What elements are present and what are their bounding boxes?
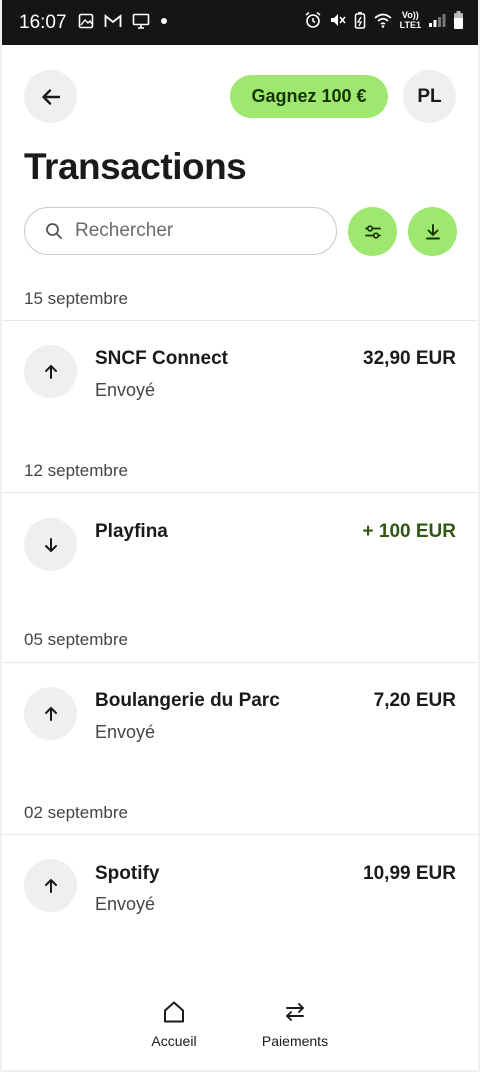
transaction-direction-badge bbox=[24, 859, 77, 912]
page-title: Transactions bbox=[24, 146, 247, 187]
transaction-amount: 10,99 EUR bbox=[363, 863, 456, 884]
earn-reward-button[interactable]: Gagnez 100 € bbox=[230, 75, 388, 118]
transaction-name: SNCF Connect bbox=[95, 348, 228, 369]
transaction-status: Envoyé bbox=[95, 722, 156, 742]
download-button[interactable] bbox=[408, 207, 457, 256]
search-placeholder: Rechercher bbox=[75, 220, 174, 241]
divider bbox=[2, 320, 478, 321]
transaction-direction-badge bbox=[24, 345, 77, 398]
battery-icon bbox=[454, 11, 463, 29]
nav-label-home: Accueil bbox=[151, 1033, 197, 1049]
gallery-icon bbox=[78, 13, 94, 29]
divider bbox=[2, 492, 478, 493]
date-header: 15 septembre bbox=[24, 289, 128, 308]
arrow-down-icon bbox=[44, 537, 57, 552]
transaction-status: Envoyé bbox=[95, 894, 156, 914]
search-icon bbox=[46, 223, 62, 239]
network-type: Vo)) LTE1 bbox=[400, 10, 421, 30]
notification-dot-icon bbox=[161, 18, 167, 24]
date-header: 12 septembre bbox=[24, 461, 128, 480]
avatar-initials: PL bbox=[417, 85, 442, 107]
mute-icon bbox=[330, 14, 346, 26]
transaction-direction-badge bbox=[24, 687, 77, 740]
transaction-amount: 32,90 EUR bbox=[363, 348, 456, 369]
network-lte-label: LTE1 bbox=[399, 20, 421, 30]
status-right-icons: Vo)) LTE1 bbox=[304, 10, 464, 30]
avatar[interactable]: PL bbox=[403, 70, 456, 123]
divider bbox=[2, 834, 478, 835]
nav-label-payments: Paiements bbox=[261, 1033, 329, 1049]
wifi-icon bbox=[374, 13, 392, 28]
transaction-name: Playfina bbox=[95, 521, 168, 542]
transfer-arrows-icon bbox=[286, 1003, 304, 1021]
network-volte-label: Vo)) bbox=[401, 10, 419, 20]
gmail-icon bbox=[104, 14, 122, 27]
transaction-name: Boulangerie du Parc bbox=[95, 690, 280, 711]
date-header: 02 septembre bbox=[24, 803, 128, 822]
bottom-navigation: Accueil Paiements bbox=[2, 985, 478, 1070]
signal-icon bbox=[429, 14, 446, 27]
arrow-up-icon bbox=[44, 706, 57, 721]
transaction-amount: + 100 EUR bbox=[362, 521, 456, 542]
transaction-status: Envoyé bbox=[95, 380, 156, 400]
earn-reward-label: Gagnez 100 € bbox=[251, 86, 367, 106]
download-icon bbox=[425, 223, 440, 239]
alarm-icon bbox=[305, 11, 321, 28]
arrow-up-icon bbox=[44, 364, 57, 379]
battery-saver-icon bbox=[354, 12, 365, 29]
status-bar: 16:07 Vo)) LTE1 bbox=[2, 0, 478, 45]
back-button[interactable] bbox=[24, 70, 77, 123]
search-input[interactable]: Rechercher bbox=[24, 207, 337, 255]
status-left-icons bbox=[78, 13, 168, 29]
transaction-direction-badge bbox=[24, 518, 77, 571]
filter-button[interactable] bbox=[348, 207, 397, 256]
app-screen: 16:07 Vo)) LTE1 Gagnez 100 € PL Transact… bbox=[2, 0, 478, 1070]
nav-item-payments[interactable]: Paiements bbox=[250, 999, 340, 1049]
filter-sliders-icon bbox=[364, 224, 381, 239]
transaction-name: Spotify bbox=[95, 863, 160, 884]
divider bbox=[2, 662, 478, 663]
arrow-up-icon bbox=[44, 878, 57, 893]
status-time: 16:07 bbox=[19, 12, 67, 33]
screen-cast-icon bbox=[132, 13, 150, 29]
transaction-amount: 7,20 EUR bbox=[373, 690, 456, 711]
date-header: 05 septembre bbox=[24, 630, 128, 649]
home-icon bbox=[164, 1001, 184, 1023]
arrow-left-icon bbox=[41, 88, 60, 105]
nav-item-home[interactable]: Accueil bbox=[129, 999, 219, 1049]
